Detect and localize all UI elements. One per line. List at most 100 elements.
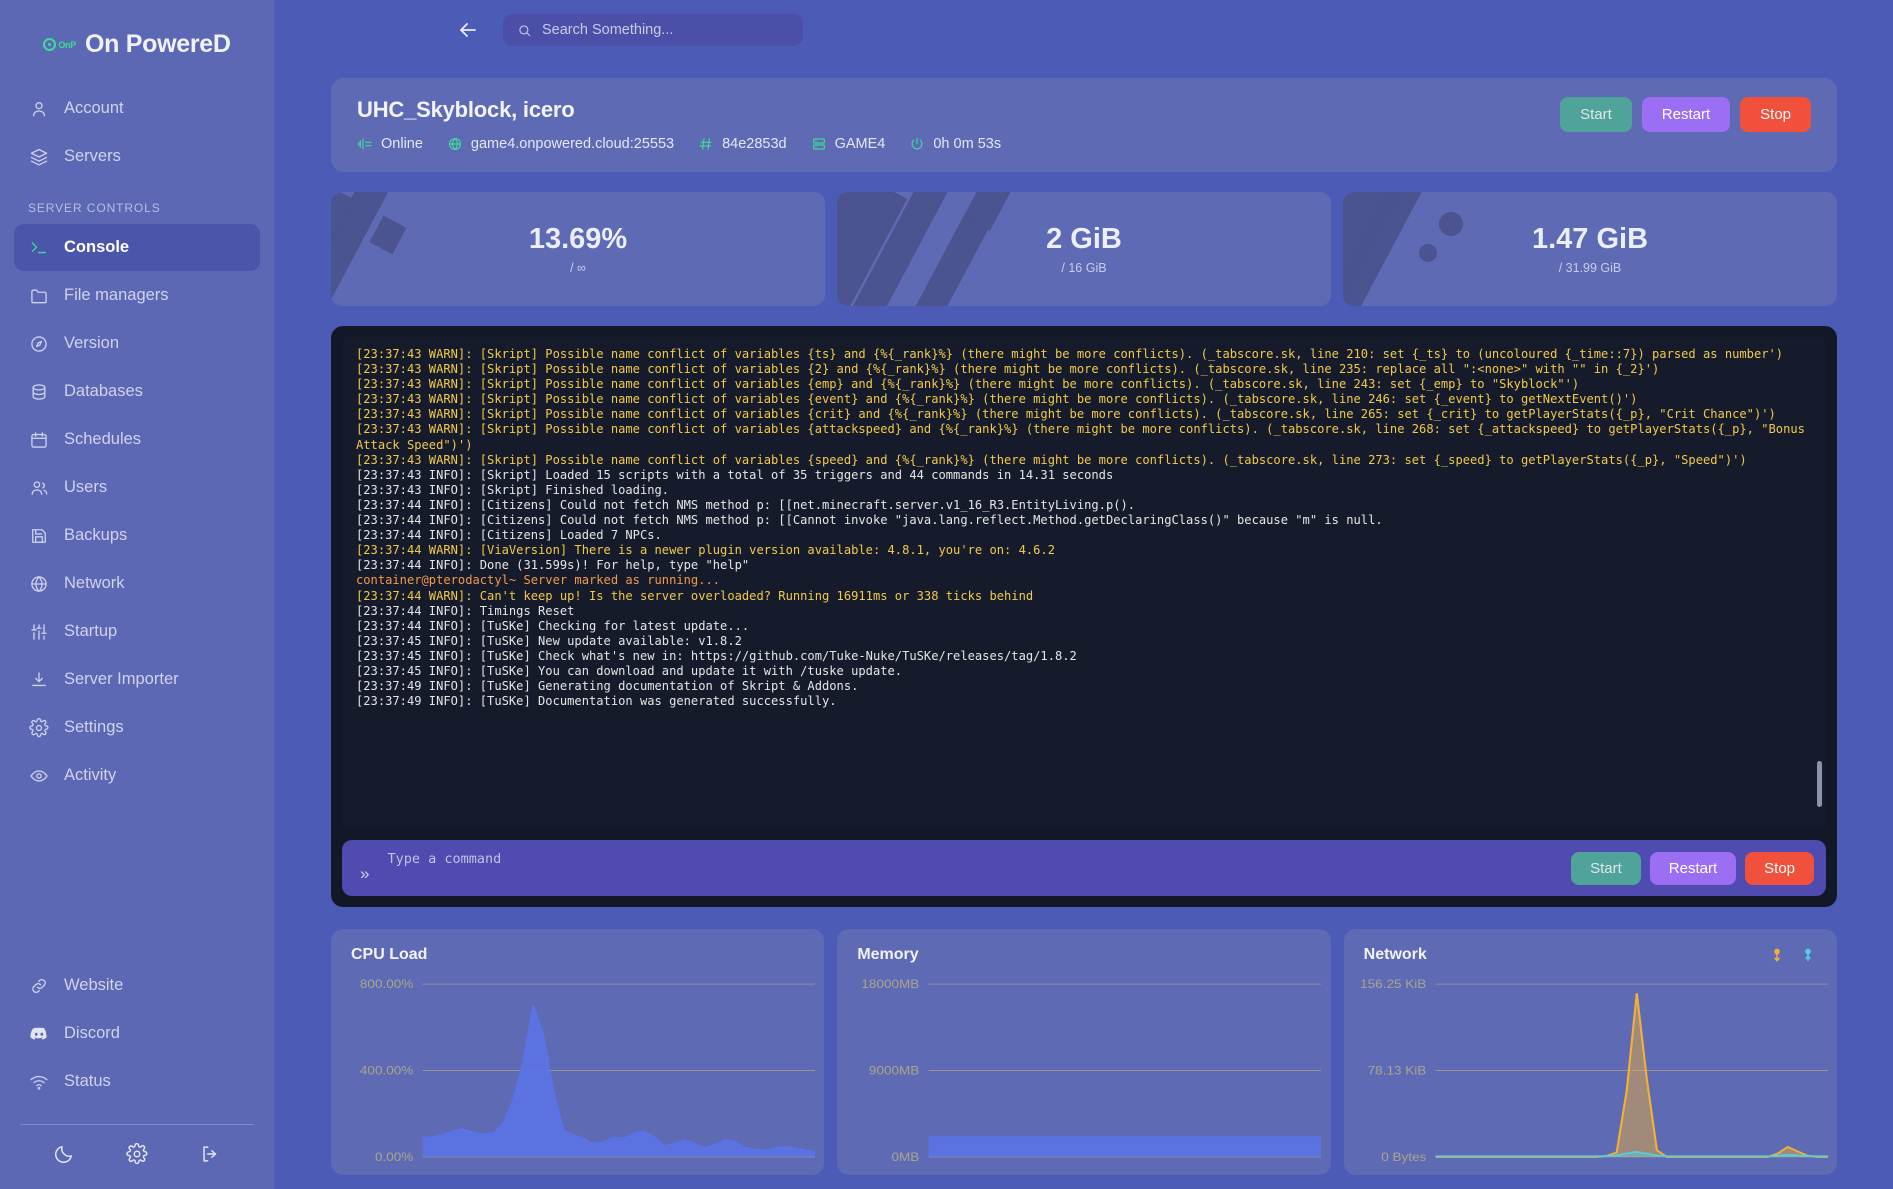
hash-icon: [698, 136, 714, 152]
start-button[interactable]: Start: [1560, 97, 1632, 132]
wifi-icon: [28, 1071, 49, 1092]
status-badge: Online: [357, 136, 423, 152]
console-output[interactable]: [23:37:43 WARN]: [Skript] Possible name …: [342, 337, 1826, 829]
brand[interactable]: OnP On PowereD: [0, 0, 274, 85]
axis-tick-label: 0.00%: [375, 1151, 413, 1164]
sidebar-item-label: Network: [64, 574, 125, 593]
sidebar-item-network[interactable]: Network: [14, 560, 260, 607]
sidebar-item-activity[interactable]: Activity: [14, 752, 260, 799]
users-icon: [28, 477, 49, 498]
console-line: [23:37:43 WARN]: [Skript] Possible name …: [356, 362, 1812, 377]
sidebar-item-startup[interactable]: Startup: [14, 608, 260, 655]
sidebar-item-users[interactable]: Users: [14, 464, 260, 511]
command-input[interactable]: Type a command: [381, 840, 1559, 896]
server-meta: Online game4.onpowered.cloud:25553 84e28…: [357, 136, 1001, 152]
sidebar-item-server-importer[interactable]: Server Importer: [14, 656, 260, 703]
sidebar-item-label: Servers: [64, 147, 121, 166]
stop-button[interactable]: Stop: [1740, 97, 1811, 132]
stat-cards: 13.69% / ∞ 2 GiB / 16 GiB: [331, 192, 1837, 306]
server-node: GAME4: [811, 136, 886, 152]
sidebar-top-nav: Account Servers: [0, 85, 274, 181]
sidebar-item-file-managers[interactable]: File managers: [14, 272, 260, 319]
axis-tick-label: 0 Bytes: [1381, 1151, 1426, 1164]
console-line: [23:37:44 INFO]: Timings Reset: [356, 604, 1812, 619]
sidebar-spacer: [0, 800, 274, 962]
content: UHC_Skyblock, icero Online game4.onpower…: [275, 60, 1893, 1175]
sidebar-item-backups[interactable]: Backups: [14, 512, 260, 559]
console-line: [23:37:44 INFO]: Done (31.599s)! For hel…: [356, 558, 1812, 573]
logout-icon[interactable]: [197, 1141, 223, 1167]
stat-card-disk: 1.47 GiB / 31.99 GiB: [1343, 192, 1837, 306]
restart-button[interactable]: Restart: [1642, 97, 1730, 132]
stat-value: 2 GiB: [1046, 223, 1122, 256]
console-line: [23:37:45 INFO]: [TuSKe] You can downloa…: [356, 664, 1812, 679]
chart-network: Network 0 Bytes78.13 KiB156.25 KiB: [1344, 929, 1837, 1175]
save-icon: [28, 525, 49, 546]
console-line: [23:37:43 INFO]: [Skript] Finished loadi…: [356, 483, 1812, 498]
page-title: UHC_Skyblock, icero: [357, 97, 1001, 123]
command-bar: » Type a command Start Restart Stop: [342, 840, 1826, 896]
console-line: [23:37:44 WARN]: [ViaVersion] There is a…: [356, 543, 1812, 558]
sidebar-item-label: Version: [64, 334, 119, 353]
server-info: UHC_Skyblock, icero Online game4.onpower…: [357, 97, 1001, 152]
sidebar-item-label: Backups: [64, 526, 127, 545]
prompt-icon: »: [360, 864, 369, 884]
download-icon[interactable]: [1769, 946, 1786, 963]
moon-icon[interactable]: [51, 1141, 77, 1167]
console-line: [23:37:43 WARN]: [Skript] Possible name …: [356, 453, 1812, 468]
console-scrollbar[interactable]: [1817, 761, 1822, 807]
chart-area: [1435, 993, 1827, 1157]
brand-title: On PowereD: [85, 30, 231, 59]
axis-tick-label: 156.25 KiB: [1360, 978, 1426, 991]
console-actions: Start Restart Stop: [1571, 852, 1814, 885]
eye-icon: [28, 765, 49, 786]
console-line: [23:37:44 WARN]: Can't keep up! Is the s…: [356, 589, 1812, 604]
sidebar-item-settings[interactable]: Settings: [14, 704, 260, 751]
sidebar-item-label: Users: [64, 478, 107, 497]
sidebar-link-website[interactable]: Website: [14, 962, 260, 1009]
stat-value: 1.47 GiB: [1532, 223, 1648, 256]
sidebar-item-console[interactable]: Console: [14, 224, 260, 271]
chart-plot: 0 Bytes78.13 KiB156.25 KiB: [1344, 974, 1837, 1175]
search-input[interactable]: Search Something...: [503, 14, 803, 46]
console-line: [23:37:44 INFO]: [Citizens] Could not fe…: [356, 513, 1812, 528]
sidebar-section-label: SERVER CONTROLS: [0, 181, 274, 224]
server-address[interactable]: game4.onpowered.cloud:25553: [447, 136, 674, 152]
sidebar-item-label: File managers: [64, 286, 169, 305]
sidebar-item-schedules[interactable]: Schedules: [14, 416, 260, 463]
sidebar-link-label: Discord: [64, 1024, 120, 1043]
sidebar-item-account[interactable]: Account: [14, 85, 260, 132]
power-icon: [909, 136, 925, 152]
sidebar-item-servers[interactable]: Servers: [14, 133, 260, 180]
main-area: Search Something... UHC_Skyblock, icero …: [275, 0, 1893, 1189]
console-line: [23:37:49 INFO]: [TuSKe] Generating docu…: [356, 679, 1812, 694]
sidebar-item-label: Databases: [64, 382, 143, 401]
sidebar-footer-icons: [0, 1125, 274, 1189]
server-icon: [811, 136, 827, 152]
logo-icon: OnP: [43, 38, 76, 51]
gear-icon[interactable]: [124, 1141, 150, 1167]
calendar-icon: [28, 429, 49, 450]
server-address-label: game4.onpowered.cloud:25553: [471, 136, 674, 152]
chart-line: [423, 1006, 815, 1152]
chart-memory: Memory 0MB9000MB18000MB: [837, 929, 1330, 1175]
console-panel: [23:37:43 WARN]: [Skript] Possible name …: [331, 326, 1837, 907]
sidebar-link-discord[interactable]: Discord: [14, 1010, 260, 1057]
topbar: Search Something...: [275, 0, 1893, 60]
sidebar: OnP On PowereD Account Servers SERVER CO…: [0, 0, 275, 1189]
sidebar-item-databases[interactable]: Databases: [14, 368, 260, 415]
command-placeholder: Type a command: [387, 851, 501, 867]
axis-tick-label: 400.00%: [360, 1064, 413, 1077]
link-icon: [28, 975, 49, 996]
stat-sub: / 31.99 GiB: [1559, 261, 1622, 275]
server-node-label: GAME4: [835, 136, 886, 152]
console-restart-button[interactable]: Restart: [1650, 852, 1736, 885]
back-arrow-icon[interactable]: [453, 15, 483, 45]
sidebar-item-version[interactable]: Version: [14, 320, 260, 367]
app-root: OnP On PowereD Account Servers SERVER CO…: [0, 0, 1893, 1189]
sidebar-link-status[interactable]: Status: [14, 1058, 260, 1105]
upload-icon[interactable]: [1800, 946, 1817, 963]
console-start-button[interactable]: Start: [1571, 852, 1641, 885]
gear-icon: [28, 717, 49, 738]
console-stop-button[interactable]: Stop: [1745, 852, 1814, 885]
